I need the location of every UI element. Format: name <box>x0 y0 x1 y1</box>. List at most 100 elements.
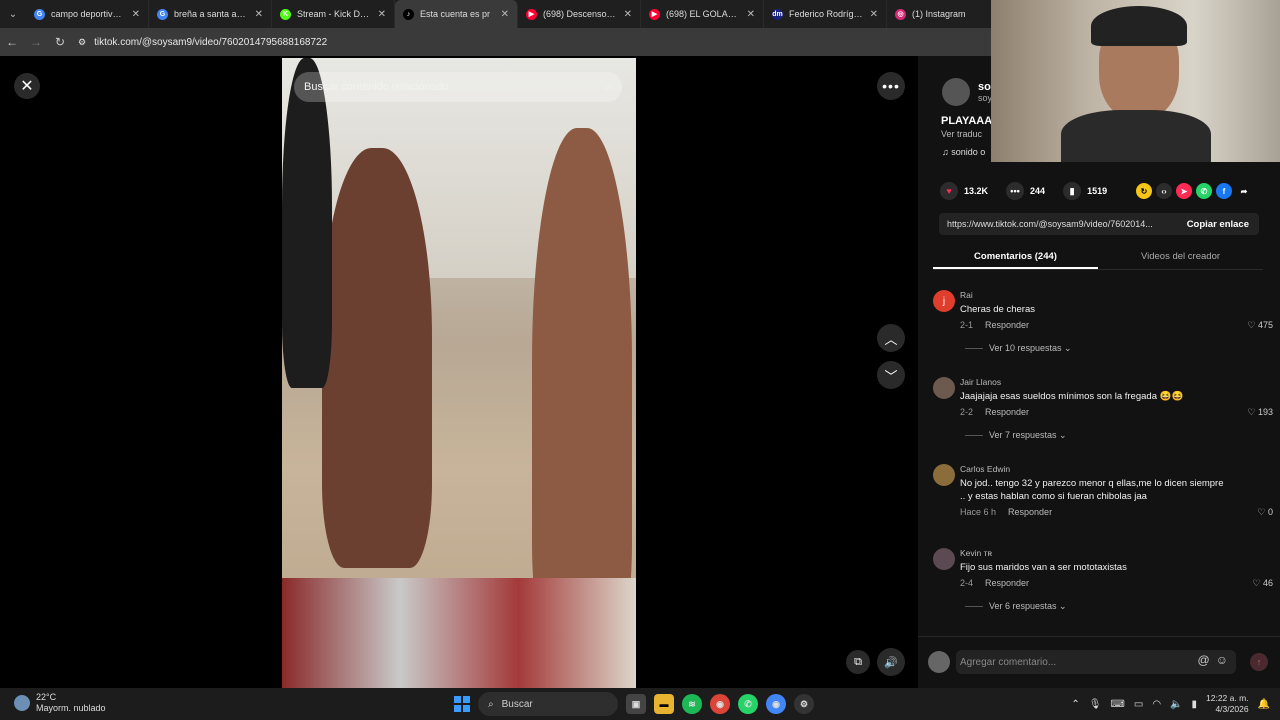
notifications-icon[interactable]: 🔔 <box>1258 699 1270 710</box>
repost-icon[interactable]: ↻ <box>1136 183 1152 199</box>
chevron-down-icon[interactable]: ⌄ <box>1057 601 1067 611</box>
save-stat[interactable]: ▮ 1519 <box>1063 182 1107 200</box>
tab-comments[interactable]: Comentarios (244) <box>933 245 1098 269</box>
back-icon[interactable]: ← <box>0 35 24 49</box>
tab-title[interactable]: Federico Rodríguez - <box>789 9 864 19</box>
url-text[interactable]: tiktok.com/@soysam9/video/76020147956881… <box>94 37 327 48</box>
view-replies-label[interactable]: Ver 6 respuestas <box>989 601 1057 611</box>
view-replies-button[interactable]: Ver 10 respuestas ⌄ <box>965 343 1072 354</box>
keyboard-icon[interactable]: ⌨ <box>1110 699 1124 710</box>
emoji-icon[interactable]: ☺ <box>1216 653 1228 667</box>
previous-video-icon[interactable]: ︿ <box>877 324 905 352</box>
weather-widget[interactable]: 22°C Mayorm. nublado <box>14 692 106 714</box>
send-friend-icon[interactable]: ➤ <box>1176 183 1192 199</box>
heart-outline-icon[interactable]: ♡ <box>1252 578 1263 588</box>
tab-creator-videos[interactable]: Videos del creador <box>1098 245 1263 269</box>
tab-close-icon[interactable]: ✕ <box>378 9 386 20</box>
view-replies-label[interactable]: Ver 10 respuestas <box>989 343 1062 353</box>
comment-like[interactable]: ♡ 193 <box>1247 407 1273 418</box>
tab-close-icon[interactable]: ✕ <box>870 9 878 20</box>
comment-icon[interactable]: ••• <box>1006 182 1025 200</box>
embed-icon[interactable]: ‹› <box>1156 183 1172 199</box>
author-avatar[interactable] <box>942 78 970 106</box>
tab-title[interactable]: breña a santa anita - <box>174 9 249 19</box>
comment-like[interactable]: ♡ 46 <box>1252 578 1273 589</box>
floating-player-icon[interactable]: ⧉ <box>846 650 870 674</box>
reply-button[interactable]: Responder <box>1008 507 1052 517</box>
next-video-icon[interactable]: ﹀ <box>877 361 905 389</box>
commenter-avatar[interactable]: j <box>933 290 955 312</box>
sound-link[interactable]: ♫ sonido o <box>942 147 985 157</box>
comment-input[interactable]: Agregar comentario... <box>956 650 1236 674</box>
forward-icon[interactable]: → <box>24 35 48 49</box>
whatsapp-icon[interactable]: ✆ <box>1196 183 1212 199</box>
clock[interactable]: 12:22 a. m. 4/3/2026 <box>1206 693 1249 715</box>
video-player[interactable]: Buscar contenido relacionado ⌕ <box>282 58 636 688</box>
browser-tab[interactable]: ▶ (698) Descenso de A ✕ <box>518 0 641 28</box>
display-icon[interactable]: ▭ <box>1134 699 1143 710</box>
tab-title[interactable]: Esta cuenta es pr <box>420 9 495 19</box>
commenter-name[interactable]: Carlos Edwin <box>960 464 1010 474</box>
reply-button[interactable]: Responder <box>985 320 1029 330</box>
related-search-bar[interactable]: Buscar contenido relacionado ⌕ <box>294 72 622 102</box>
facebook-icon[interactable]: f <box>1216 183 1232 199</box>
speaker-icon[interactable]: 🔈 <box>1170 699 1182 710</box>
task-view-icon[interactable]: ▣ <box>626 694 646 714</box>
search-icon[interactable]: ⌕ <box>605 80 612 95</box>
tray-chevron-icon[interactable]: ⌃ <box>1071 699 1079 710</box>
wifi-icon[interactable]: ◠ <box>1152 699 1161 710</box>
browser-tab[interactable]: ♪ Esta cuenta es pr ✕ <box>395 0 518 28</box>
tab-title[interactable]: (698) Descenso de A <box>543 9 618 19</box>
tab-close-icon[interactable]: ✕ <box>132 9 140 20</box>
chevron-down-icon[interactable]: ⌄ <box>1057 430 1067 440</box>
tab-search-chevron-icon[interactable]: ⌄ <box>0 0 26 28</box>
related-search-input[interactable]: Buscar contenido relacionado <box>304 81 449 93</box>
heart-outline-icon[interactable]: ♡ <box>1247 407 1258 417</box>
tab-close-icon[interactable]: ✕ <box>747 9 755 20</box>
like-stat[interactable]: ♥ 13.2K <box>940 182 988 200</box>
browser-tab[interactable]: ▶ (698) EL GOLAZO de ✕ <box>641 0 764 28</box>
comment-like[interactable]: ♡ 475 <box>1247 320 1273 331</box>
chevron-down-icon[interactable]: ⌄ <box>1062 343 1072 353</box>
volume-icon[interactable]: 🔊 <box>877 648 905 676</box>
spotify-icon[interactable]: ≋ <box>682 694 702 714</box>
mention-icon[interactable]: @ <box>1198 653 1210 667</box>
view-replies-button[interactable]: Ver 6 respuestas ⌄ <box>965 601 1067 612</box>
send-icon[interactable]: ↑ <box>1250 653 1268 671</box>
comment-stat[interactable]: ••• 244 <box>1006 182 1045 200</box>
tab-title[interactable]: (1) Instagram <box>912 9 987 19</box>
bookmark-icon[interactable]: ▮ <box>1063 182 1082 200</box>
commenter-avatar[interactable] <box>933 464 955 486</box>
app-icon[interactable]: ⚙ <box>794 694 814 714</box>
commenter-avatar[interactable] <box>933 548 955 570</box>
comment-like[interactable]: ♡ 0 <box>1257 507 1273 518</box>
site-info-icon[interactable]: ⚙ <box>78 37 86 48</box>
view-replies-button[interactable]: Ver 7 respuestas ⌄ <box>965 430 1067 441</box>
url-field[interactable]: ⚙ tiktok.com/@soysam9/video/760201479568… <box>78 37 327 48</box>
browser-tab[interactable]: dm Federico Rodríguez - ✕ <box>764 0 887 28</box>
battery-icon[interactable]: ▮ <box>1192 699 1198 710</box>
tab-close-icon[interactable]: ✕ <box>255 9 263 20</box>
view-replies-label[interactable]: Ver 7 respuestas <box>989 430 1057 440</box>
commenter-name[interactable]: Rai <box>960 290 973 300</box>
chrome-icon[interactable]: ◉ <box>710 694 730 714</box>
commenter-name[interactable]: Jair Llanos <box>960 377 1001 387</box>
tab-close-icon[interactable]: ✕ <box>624 9 632 20</box>
tab-close-icon[interactable]: ✕ <box>501 9 509 20</box>
windows-start-icon[interactable] <box>454 696 470 712</box>
commenter-name[interactable]: Kevin ᴛʀ <box>960 548 992 558</box>
taskbar-search[interactable]: ⌕ Buscar <box>478 692 618 716</box>
close-icon[interactable]: ✕ <box>14 73 40 99</box>
browser-tab[interactable]: Gcampo deportivo de ✕ <box>26 0 149 28</box>
heart-outline-icon[interactable]: ♡ <box>1257 507 1268 517</box>
video-link[interactable]: https://www.tiktok.com/@soysam9/video/76… <box>947 219 1177 229</box>
translate-link[interactable]: Ver traduc <box>941 129 982 139</box>
copy-link-button[interactable]: Copiar enlace <box>1187 219 1249 230</box>
whatsapp-icon[interactable]: ✆ <box>738 694 758 714</box>
comment-input-placeholder[interactable]: Agregar comentario... <box>960 657 1056 668</box>
tab-title[interactable]: campo deportivo de <box>51 9 126 19</box>
browser-tab[interactable]: Gbreña a santa anita - ✕ <box>149 0 272 28</box>
file-explorer-icon[interactable]: ▬ <box>654 694 674 714</box>
browser-tab[interactable]: K Stream - Kick Dashbo ✕ <box>272 0 395 28</box>
heart-outline-icon[interactable]: ♡ <box>1247 320 1258 330</box>
